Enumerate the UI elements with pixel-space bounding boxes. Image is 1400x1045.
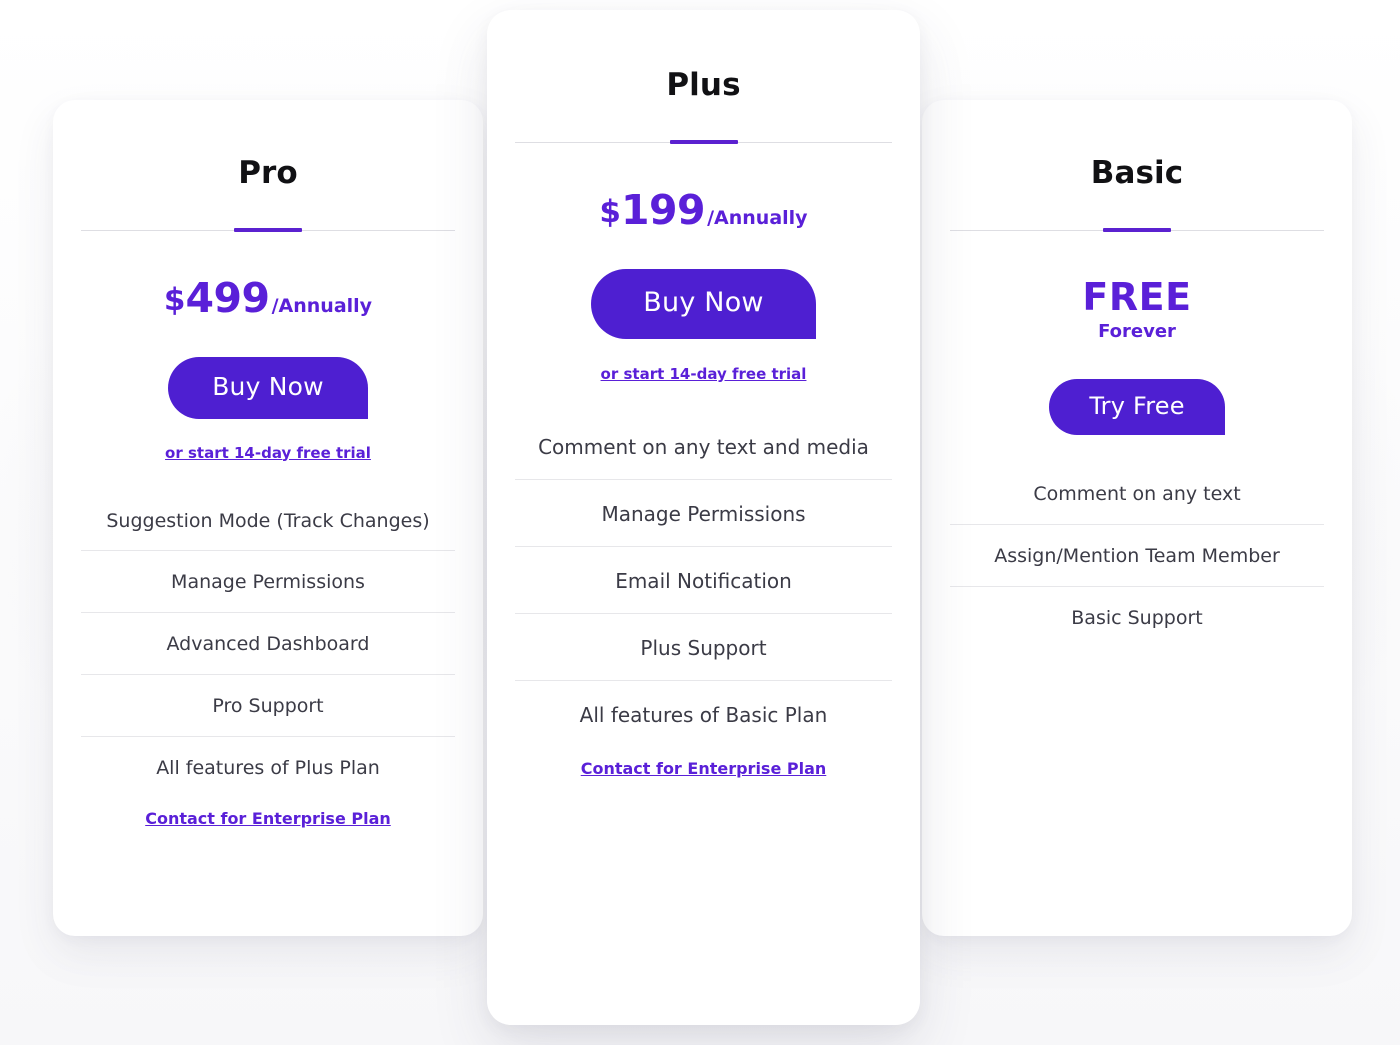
buy-now-button-plus[interactable]: Buy Now bbox=[591, 269, 816, 339]
price-period: /Annually bbox=[707, 207, 808, 229]
pricing-card-pro[interactable]: Pro $499/Annually Buy Now or start 14-da… bbox=[53, 100, 483, 936]
trial-link-wrapper-pro: or start 14-day free trial bbox=[81, 443, 455, 462]
pricing-plans-container: Pro $499/Annually Buy Now or start 14-da… bbox=[0, 0, 1400, 1045]
try-free-button-basic[interactable]: Try Free bbox=[1049, 379, 1225, 436]
price-free-sublabel: Forever bbox=[1098, 321, 1176, 342]
plan-title-accent-bar bbox=[669, 140, 738, 144]
feature-item: Assign/Mention Team Member bbox=[950, 525, 1324, 587]
buy-now-button-pro[interactable]: Buy Now bbox=[168, 357, 368, 419]
plan-title-accent-bar bbox=[1103, 228, 1171, 232]
free-trial-link-pro[interactable]: or start 14-day free trial bbox=[165, 444, 371, 462]
feature-item: Advanced Dashboard bbox=[81, 613, 455, 675]
feature-list-basic: Comment on any text Assign/Mention Team … bbox=[950, 463, 1324, 647]
pricing-card-basic-inner: Basic FREE Forever Try Free Comment on a… bbox=[922, 100, 1352, 936]
contact-enterprise-link-pro[interactable]: Contact for Enterprise Plan bbox=[145, 809, 391, 828]
plan-price-pro: $499/Annually bbox=[81, 278, 455, 319]
feature-item: Basic Support bbox=[1071, 606, 1203, 629]
price-amount: 199 bbox=[621, 186, 706, 234]
plan-title-divider-plus bbox=[515, 140, 892, 144]
pricing-card-pro-inner: Pro $499/Annually Buy Now or start 14-da… bbox=[53, 100, 483, 936]
feature-item: Comment on any text and media bbox=[515, 413, 892, 480]
price-currency-symbol: $ bbox=[599, 194, 621, 230]
price-period: /Annually bbox=[271, 295, 373, 317]
price-amount: 499 bbox=[185, 274, 271, 322]
trial-link-wrapper-plus: or start 14-day free trial bbox=[515, 364, 892, 383]
feature-item: Email Notification bbox=[515, 547, 892, 614]
feature-item: Manage Permissions bbox=[81, 551, 455, 614]
pricing-card-basic[interactable]: Basic FREE Forever Try Free Comment on a… bbox=[922, 100, 1352, 936]
plan-title-pro: Pro bbox=[238, 155, 298, 191]
plan-title-divider-basic bbox=[950, 228, 1324, 232]
feature-item: All features of Plus Plan bbox=[156, 756, 380, 779]
price-free-label: FREE bbox=[1082, 275, 1192, 319]
feature-item: Comment on any text bbox=[950, 463, 1324, 526]
feature-item: Suggestion Mode (Track Changes) bbox=[81, 490, 455, 552]
plan-title-basic: Basic bbox=[1090, 155, 1184, 191]
plan-title-divider-pro bbox=[81, 228, 455, 232]
pricing-card-plus[interactable]: Plus $199/Annually Buy Now or start 14-d… bbox=[487, 10, 920, 1025]
price-currency-symbol: $ bbox=[163, 282, 186, 318]
contact-enterprise-link-plus[interactable]: Contact for Enterprise Plan bbox=[581, 759, 827, 778]
pricing-card-plus-inner: Plus $199/Annually Buy Now or start 14-d… bbox=[487, 10, 920, 1025]
enterprise-link-wrapper-plus: Contact for Enterprise Plan bbox=[515, 759, 892, 778]
plan-title-accent-bar bbox=[234, 228, 302, 232]
feature-item: All features of Basic Plan bbox=[579, 702, 828, 727]
feature-item: Pro Support bbox=[81, 675, 455, 737]
cta-wrapper-pro: Buy Now bbox=[81, 357, 455, 419]
feature-list-plus: Comment on any text and media Manage Per… bbox=[515, 413, 892, 747]
cta-wrapper-basic: Try Free bbox=[950, 379, 1324, 436]
plan-price-plus: $199/Annually bbox=[515, 190, 892, 231]
feature-item: Plus Support bbox=[515, 614, 892, 681]
enterprise-link-wrapper-pro: Contact for Enterprise Plan bbox=[81, 809, 455, 828]
feature-list-pro: Suggestion Mode (Track Changes) Manage P… bbox=[81, 490, 455, 798]
plan-title-plus: Plus bbox=[666, 67, 741, 103]
plan-price-basic: FREE Forever bbox=[950, 278, 1324, 341]
feature-item: Manage Permissions bbox=[515, 480, 892, 547]
cta-wrapper-plus: Buy Now bbox=[515, 269, 892, 339]
free-trial-link-plus[interactable]: or start 14-day free trial bbox=[601, 365, 807, 383]
